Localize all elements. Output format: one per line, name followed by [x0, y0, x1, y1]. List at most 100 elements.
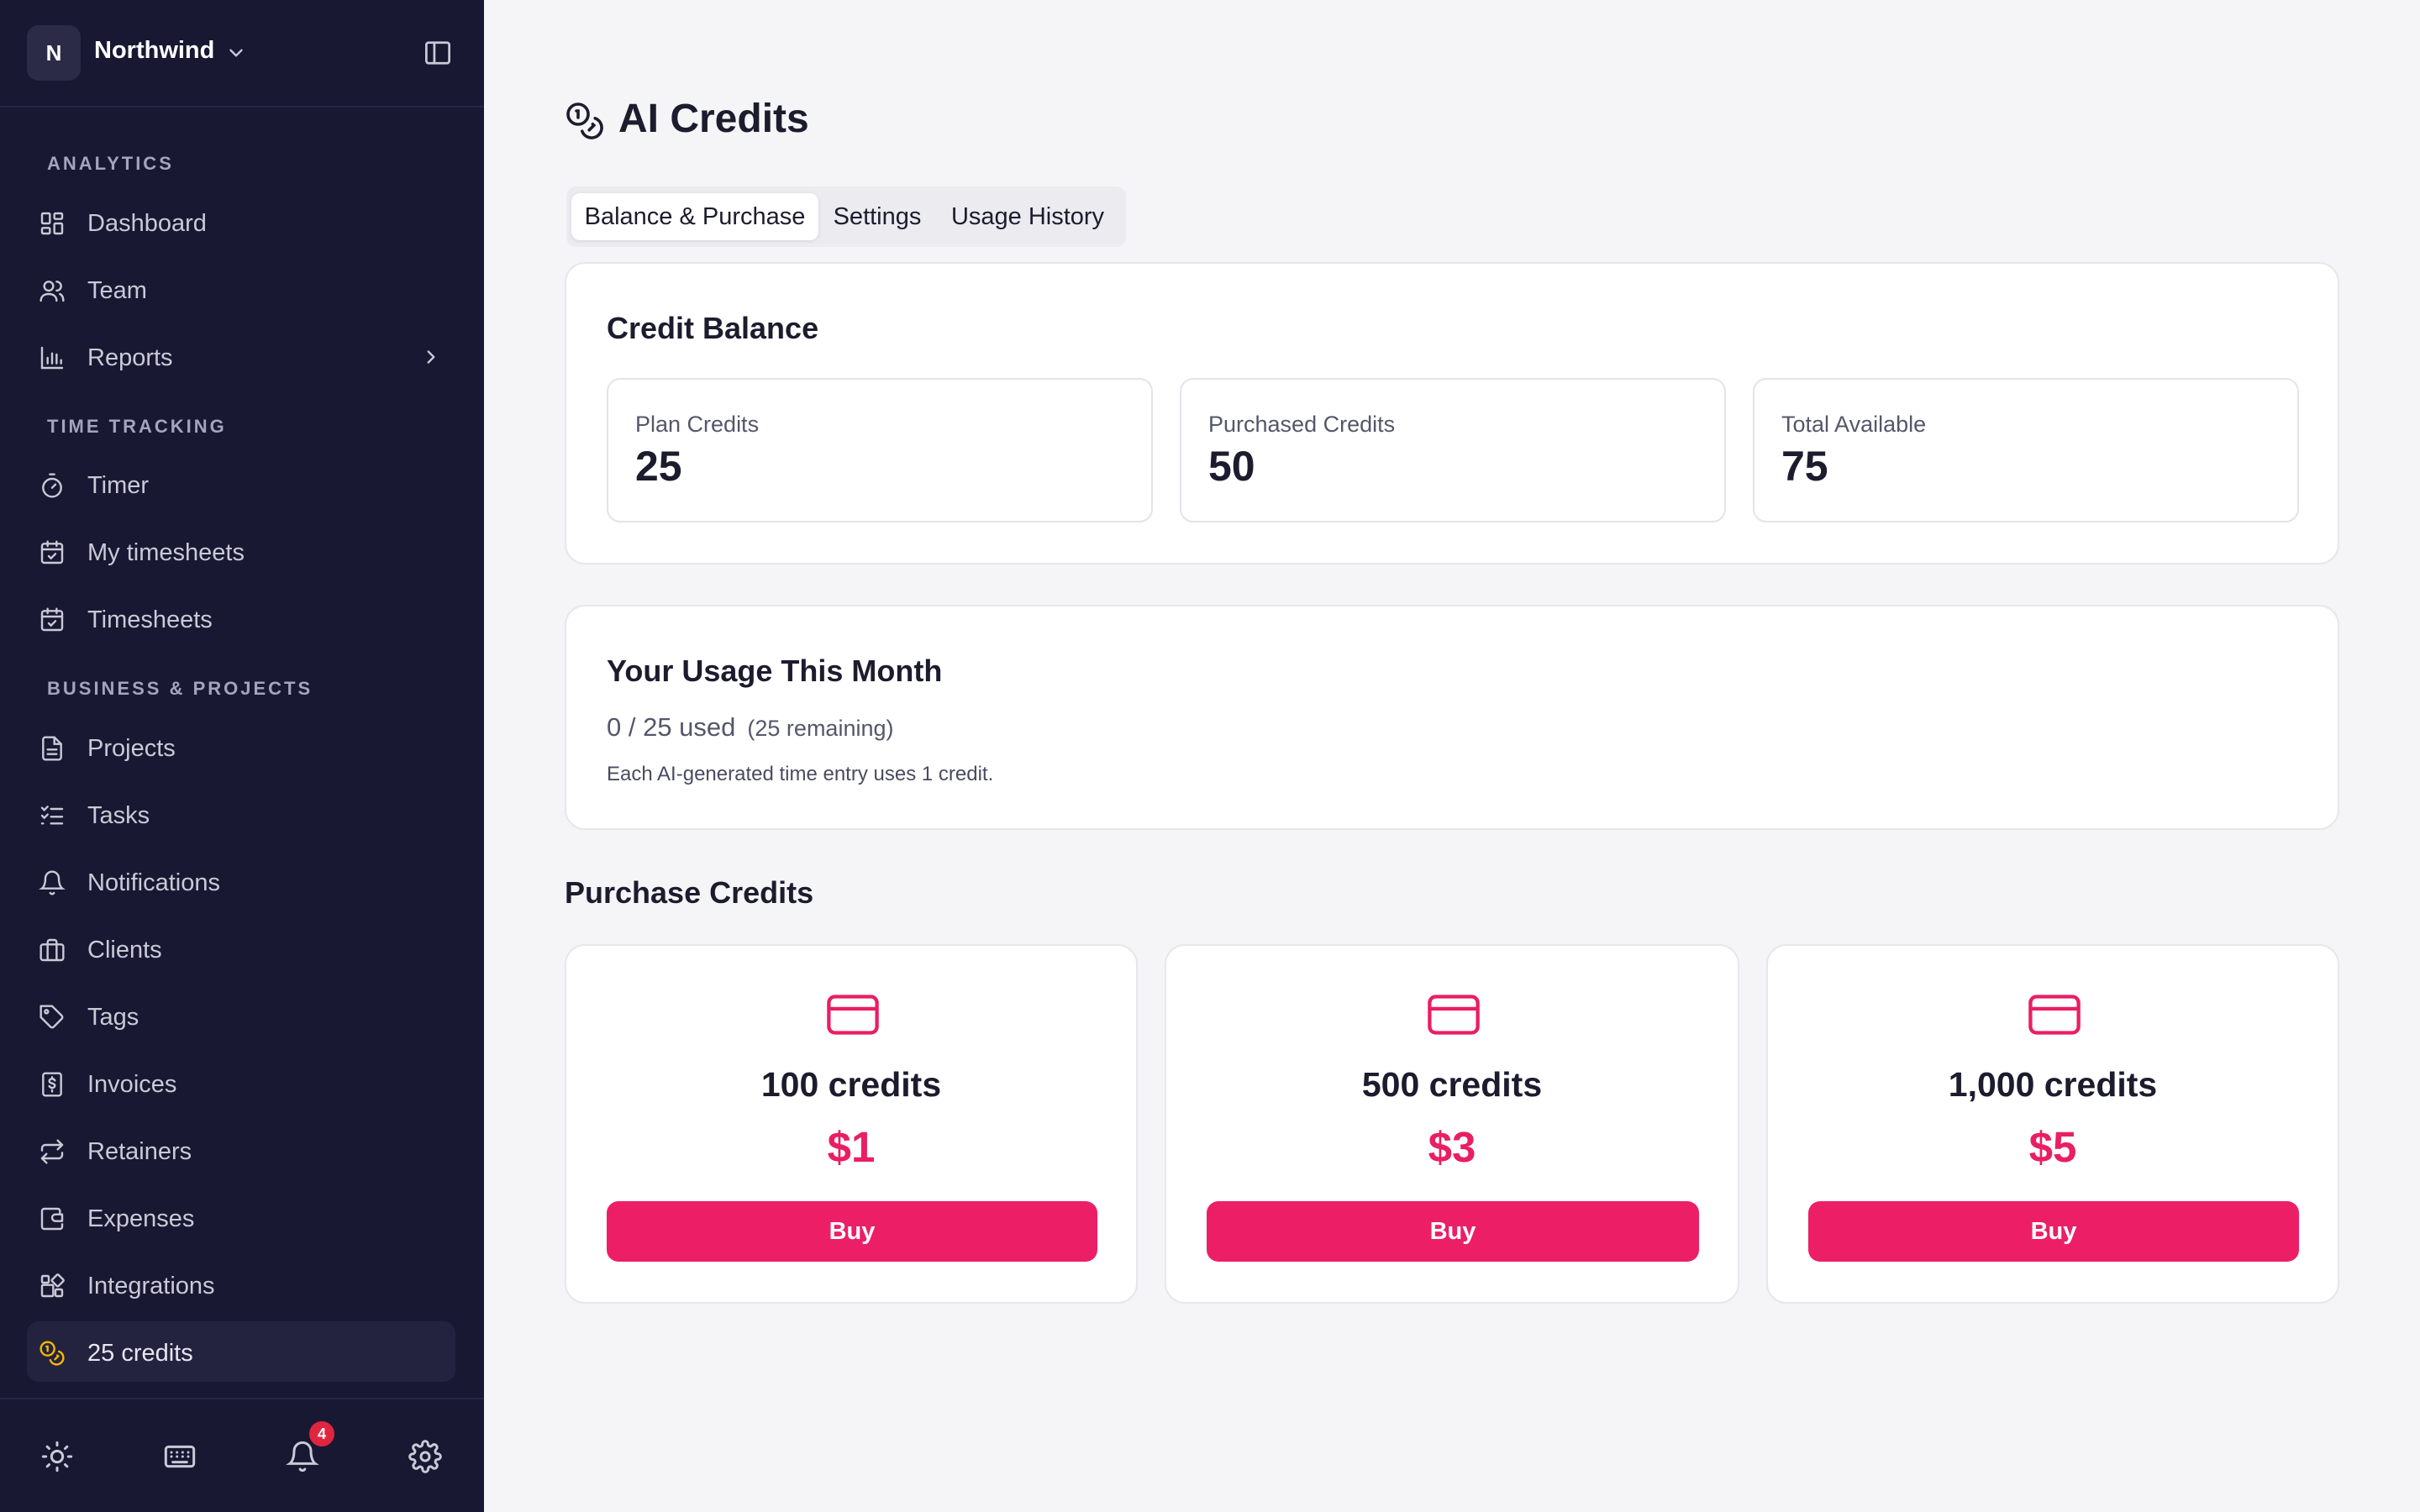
chevron-right-icon: [427, 350, 435, 364]
tab-bar: Balance & Purchase Settings Usage Histor…: [566, 186, 1126, 247]
package-credits: 1,000 credits: [1948, 1065, 2158, 1104]
sidebar-item-label: Team: [87, 277, 147, 304]
sidebar-item-label: Tasks: [87, 802, 150, 829]
sidebar-item-team[interactable]: Team: [27, 259, 455, 319]
sidebar-item-notifications[interactable]: Notifications: [27, 851, 455, 911]
credit-card-icon: [2028, 995, 2081, 1035]
calendar-check-icon: [40, 607, 64, 632]
sidebar-item-integrations[interactable]: Integrations: [27, 1254, 455, 1315]
sidebar-item-label: Reports: [87, 344, 173, 371]
credit-card-icon: [1428, 995, 1480, 1035]
tab-usage-history[interactable]: Usage History: [934, 193, 1121, 240]
bell-icon: [39, 870, 66, 895]
sidebar-item-projects[interactable]: Projects: [27, 717, 455, 777]
tab-settings[interactable]: Settings: [823, 193, 931, 240]
sidebar-item-label: Notifications: [87, 869, 220, 896]
usage-summary: 0 / 25 used (25 remaining): [607, 712, 893, 743]
wallet-icon: [40, 1207, 64, 1231]
sidebar-item-label: Dashboard: [87, 210, 207, 237]
keyboard-icon[interactable]: [163, 1440, 197, 1473]
buy-button[interactable]: Buy: [607, 1201, 1097, 1262]
credit-balance-title: Credit Balance: [607, 311, 819, 345]
workspace-header: N Northwind: [0, 0, 484, 108]
page-title: AI Credits: [618, 97, 809, 141]
sidebar-item-credits[interactable]: 25 credits: [27, 1321, 455, 1382]
usage-used-text: 0 / 25 used: [607, 712, 736, 742]
repeat-icon: [40, 1139, 64, 1164]
credit-package-card: 100 credits $1 Buy: [565, 944, 1138, 1304]
package-price: $5: [2028, 1123, 2077, 1171]
stat-label: Total Available: [1781, 412, 1927, 437]
stat-value: 75: [1781, 443, 1828, 490]
document-icon: [42, 736, 62, 761]
sidebar-item-timer[interactable]: Timer: [27, 454, 455, 514]
usage-note: Each AI-generated time entry uses 1 cred…: [607, 763, 994, 785]
package-credits: 100 credits: [760, 1065, 942, 1104]
bell-icon[interactable]: [286, 1440, 319, 1473]
bar-chart-icon: [40, 346, 64, 370]
sidebar-item-label: Timesheets: [87, 606, 213, 633]
sidebar-item-invoices[interactable]: Invoices: [27, 1053, 455, 1113]
credit-balance-card: Credit Balance Plan Credits 25 Purchased…: [565, 262, 2339, 564]
purchased-credits-stat: Purchased Credits 50: [1180, 378, 1726, 522]
buy-button[interactable]: Buy: [1207, 1201, 1699, 1262]
tab-balance-purchase[interactable]: Balance & Purchase: [571, 193, 818, 240]
briefcase-icon: [39, 938, 65, 962]
users-icon: [39, 281, 65, 302]
stat-value: 25: [635, 443, 682, 490]
section-label-analytics: ANALYTICS: [47, 153, 174, 174]
calendar-check-icon: [40, 540, 64, 564]
sidebar-toggle-icon[interactable]: [424, 40, 452, 66]
credit-package-card: 500 credits $3 Buy: [1165, 944, 1739, 1304]
sidebar-item-clients[interactable]: Clients: [27, 918, 455, 979]
sidebar-footer: [0, 1398, 484, 1512]
sidebar-item-label: Projects: [87, 735, 176, 762]
sidebar-item-label: Clients: [87, 937, 162, 963]
invoice-icon: [42, 1072, 62, 1097]
package-price: $1: [827, 1123, 876, 1171]
sun-icon[interactable]: [40, 1440, 74, 1473]
sidebar-item-label: Timer: [87, 472, 150, 499]
purchase-credits-title: Purchase Credits: [565, 875, 814, 910]
sidebar: N Northwind ANALYTICS Dashboard Team Rep…: [0, 0, 484, 1512]
sidebar-item-label: My timesheets: [87, 539, 245, 566]
dashboard-icon: [40, 212, 64, 235]
checklist-icon: [40, 806, 64, 825]
sidebar-item-retainers[interactable]: Retainers: [27, 1120, 455, 1180]
sidebar-item-tasks[interactable]: Tasks: [27, 784, 455, 844]
coins-icon: [566, 102, 603, 139]
stat-label: Purchased Credits: [1208, 412, 1396, 437]
gear-icon[interactable]: [408, 1440, 442, 1473]
stopwatch-icon: [42, 473, 62, 498]
notification-count-badge: 4: [309, 1421, 334, 1446]
sidebar-item-reports[interactable]: Reports: [27, 326, 455, 386]
workspace-name[interactable]: Northwind: [94, 37, 214, 65]
sidebar-item-label: 25 credits: [87, 1340, 193, 1367]
coins-icon: [39, 1341, 65, 1366]
sidebar-item-label: Expenses: [87, 1205, 195, 1232]
credit-card-icon: [827, 995, 879, 1035]
stat-value: 50: [1208, 443, 1255, 490]
sidebar-item-label: Integrations: [87, 1273, 215, 1299]
stat-label: Plan Credits: [635, 412, 760, 437]
package-credits: 500 credits: [1361, 1065, 1543, 1104]
section-label-time-tracking: TIME TRACKING: [47, 416, 227, 437]
credit-package-card: 1,000 credits $5 Buy: [1766, 944, 2339, 1304]
usage-title: Your Usage This Month: [607, 654, 943, 688]
tag-icon: [39, 1005, 64, 1029]
sidebar-item-dashboard[interactable]: Dashboard: [27, 192, 455, 252]
puzzle-icon: [40, 1273, 65, 1298]
chevron-down-icon[interactable]: [225, 42, 247, 64]
buy-button[interactable]: Buy: [1808, 1201, 2299, 1262]
section-label-business-projects: BUSINESS & PROJECTS: [47, 678, 313, 699]
package-price: $3: [1428, 1123, 1476, 1171]
workspace-avatar[interactable]: N: [27, 25, 81, 81]
sidebar-item-label: Tags: [87, 1004, 139, 1031]
sidebar-item-label: Retainers: [87, 1138, 192, 1165]
plan-credits-stat: Plan Credits 25: [607, 378, 1153, 522]
sidebar-item-tags[interactable]: Tags: [27, 985, 455, 1046]
usage-remaining-text: (25 remaining): [747, 716, 894, 741]
sidebar-item-my-timesheets[interactable]: My timesheets: [27, 521, 455, 581]
sidebar-item-timesheets[interactable]: Timesheets: [27, 588, 455, 648]
sidebar-item-expenses[interactable]: Expenses: [27, 1187, 455, 1247]
